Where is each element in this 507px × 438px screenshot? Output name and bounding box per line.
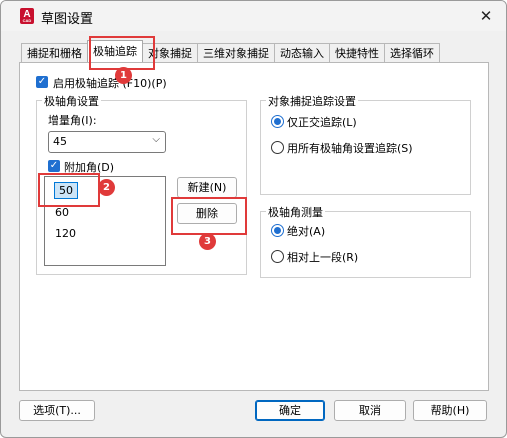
polar-tracking-panel: ✓ 启用极轴追踪 (F10)(P) 极轴角设置 增量角(I): 45 ⌵ ✓ 附…: [19, 62, 489, 391]
annotation-marker-2: 2: [98, 179, 115, 196]
all-polar-tracking-label[interactable]: 用所有极轴角设置追踪(S): [287, 140, 413, 156]
tab-selection-cycling[interactable]: 选择循环: [384, 43, 440, 63]
sketch-settings-dialog: A CAD 草图设置 ✕ 捕捉和栅格 极轴追踪 对象捕捉 三维对象捕捉 动态输入…: [0, 0, 507, 438]
new-angle-button[interactable]: 新建(N): [177, 177, 237, 198]
orthogonal-tracking-label[interactable]: 仅正交追踪(L): [287, 114, 357, 130]
annotation-box-selected-angle: [38, 173, 100, 207]
cancel-button[interactable]: 取消: [334, 400, 406, 421]
ok-button[interactable]: 确定: [255, 400, 325, 421]
enable-polar-checkbox[interactable]: ✓: [36, 76, 48, 88]
tab-quick-properties[interactable]: 快捷特性: [329, 43, 385, 63]
tab-snap-grid[interactable]: 捕捉和栅格: [21, 43, 88, 63]
tab-3d-object-snap[interactable]: 三维对象捕捉: [197, 43, 275, 63]
orthogonal-tracking-radio[interactable]: [271, 115, 284, 128]
absolute-radio[interactable]: [271, 224, 284, 237]
additional-angles-checkbox[interactable]: ✓: [48, 160, 60, 172]
relative-last-segment-label[interactable]: 相对上一段(R): [287, 249, 358, 265]
autocad-app-icon: A CAD: [20, 8, 34, 24]
annotation-box-polar-tab: [89, 36, 155, 70]
close-icon[interactable]: ✕: [476, 6, 496, 26]
increment-angle-label: 增量角(I):: [48, 114, 97, 127]
annotation-marker-3: 3: [199, 233, 216, 250]
chevron-down-icon: ⌵: [152, 134, 160, 145]
app-icon-subtext: CAD: [22, 18, 32, 23]
absolute-label[interactable]: 绝对(A): [287, 223, 325, 239]
window-title: 草图设置: [41, 12, 94, 27]
tab-strip: 捕捉和栅格 极轴追踪 对象捕捉 三维对象捕捉 动态输入 快捷特性 选择循环: [21, 40, 440, 63]
enable-polar-label[interactable]: 启用极轴追踪 (F10)(P): [53, 75, 167, 91]
help-button[interactable]: 帮助(H): [413, 400, 487, 421]
list-item[interactable]: 120: [55, 227, 76, 240]
angle-measurement-group: [260, 211, 471, 278]
list-item[interactable]: 60: [55, 206, 69, 219]
annotation-marker-1: 1: [115, 67, 132, 84]
osnap-tracking-title: 对象捕捉追踪设置: [266, 93, 358, 109]
polar-angle-settings-title: 极轴角设置: [42, 93, 101, 109]
angle-measurement-title: 极轴角测量: [266, 204, 325, 220]
options-button[interactable]: 选项(T)...: [19, 400, 95, 421]
annotation-box-delete-button: [171, 197, 247, 235]
increment-angle-select[interactable]: 45 ⌵: [48, 131, 166, 153]
relative-last-segment-radio[interactable]: [271, 250, 284, 263]
increment-angle-value: 45: [53, 135, 67, 148]
title-bar: A CAD 草图设置 ✕: [1, 1, 506, 31]
all-polar-tracking-radio[interactable]: [271, 141, 284, 154]
tab-dynamic-input[interactable]: 动态输入: [274, 43, 330, 63]
